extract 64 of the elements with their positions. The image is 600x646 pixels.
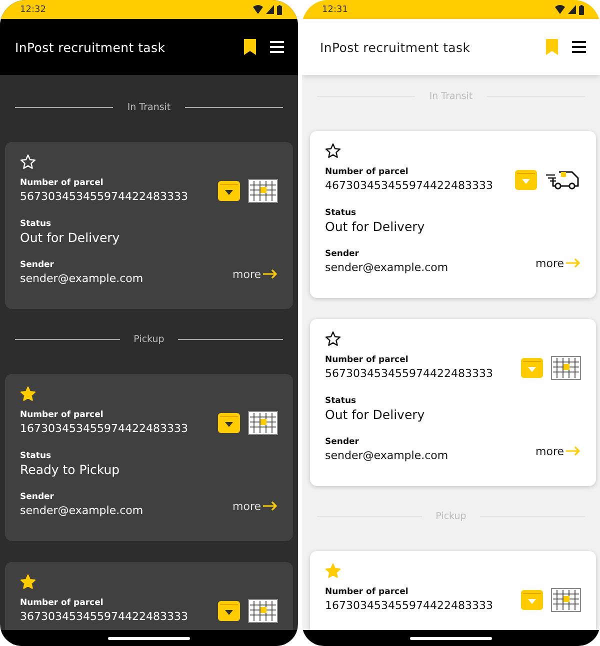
app-title: InPost recruitment task xyxy=(320,40,472,54)
signal-icon xyxy=(568,5,576,14)
field-label: Status xyxy=(325,395,358,407)
field-value: 367303453455974422483333 xyxy=(20,609,188,625)
field-label: Number of parcel xyxy=(20,409,104,421)
wifi-icon xyxy=(555,5,565,14)
more-link[interactable]: more xyxy=(232,500,278,512)
status-time: 12:31 xyxy=(322,4,348,14)
arrow-right-icon xyxy=(263,269,278,279)
parcel-box-icon xyxy=(218,413,240,433)
field-label: Status xyxy=(20,450,52,462)
field-label: Status xyxy=(325,207,358,219)
field-label: Number of parcel xyxy=(325,166,410,178)
field-value: 167303453455974422483333 xyxy=(325,598,493,614)
field-value: Out for Delivery xyxy=(325,407,426,423)
parcel-locker-icon xyxy=(551,356,581,380)
field-value: Ready to Pickup xyxy=(20,462,121,478)
wifi-icon xyxy=(253,5,263,14)
field-value: 567303453455974422483333 xyxy=(325,366,493,382)
field-value: 167303453455974422483333 xyxy=(20,421,188,437)
field-value: Out for Delivery xyxy=(325,219,426,235)
parcel-box-icon xyxy=(515,170,537,190)
app-title: InPost recruitment task xyxy=(15,40,166,54)
arrow-right-icon xyxy=(566,446,581,456)
menu-icon[interactable] xyxy=(572,41,586,53)
section-title: In Transit xyxy=(127,102,171,112)
field-label: Sender xyxy=(20,491,55,503)
bookmark-icon[interactable] xyxy=(244,39,256,55)
parcel-locker-icon xyxy=(248,411,278,435)
field-label: Number of parcel xyxy=(20,177,104,189)
battery-icon xyxy=(277,4,282,14)
field-label: Status xyxy=(20,218,52,230)
field-label: Number of parcel xyxy=(325,586,410,598)
field-value: sender@example.com xyxy=(325,260,448,276)
section-title: Pickup xyxy=(134,334,164,344)
signal-icon xyxy=(266,5,274,14)
parcel-locker-icon xyxy=(248,179,278,203)
field-label: Sender xyxy=(325,248,360,260)
status-time: 12:32 xyxy=(20,4,46,14)
parcel-locker-icon xyxy=(551,588,581,612)
field-value: sender@example.com xyxy=(20,503,144,519)
parcel-box-icon xyxy=(218,601,240,621)
field-value: sender@example.com xyxy=(325,448,448,464)
field-label: Sender xyxy=(325,436,360,448)
field-value: 467303453455974422483333 xyxy=(325,178,493,194)
field-value: Out for Delivery xyxy=(20,230,121,246)
more-link[interactable]: more xyxy=(536,444,581,458)
parcel-box-icon xyxy=(521,590,543,610)
parcel-box-icon xyxy=(218,181,240,201)
parcel-box-icon xyxy=(521,358,543,378)
more-link[interactable]: more xyxy=(536,256,581,270)
menu-icon[interactable] xyxy=(270,41,284,53)
star-icon[interactable] xyxy=(325,143,341,159)
field-label: Sender xyxy=(20,259,55,271)
arrow-right-icon xyxy=(566,258,581,268)
battery-icon xyxy=(579,4,584,14)
star-icon[interactable] xyxy=(325,331,341,347)
field-label: Number of parcel xyxy=(325,354,410,366)
parcel-locker-icon xyxy=(248,599,278,623)
field-value: 567303453455974422483333 xyxy=(20,189,188,205)
field-value: sender@example.com xyxy=(20,271,144,287)
arrow-right-icon xyxy=(263,501,278,511)
field-label: Number of parcel xyxy=(20,597,104,609)
more-link[interactable]: more xyxy=(232,268,278,280)
